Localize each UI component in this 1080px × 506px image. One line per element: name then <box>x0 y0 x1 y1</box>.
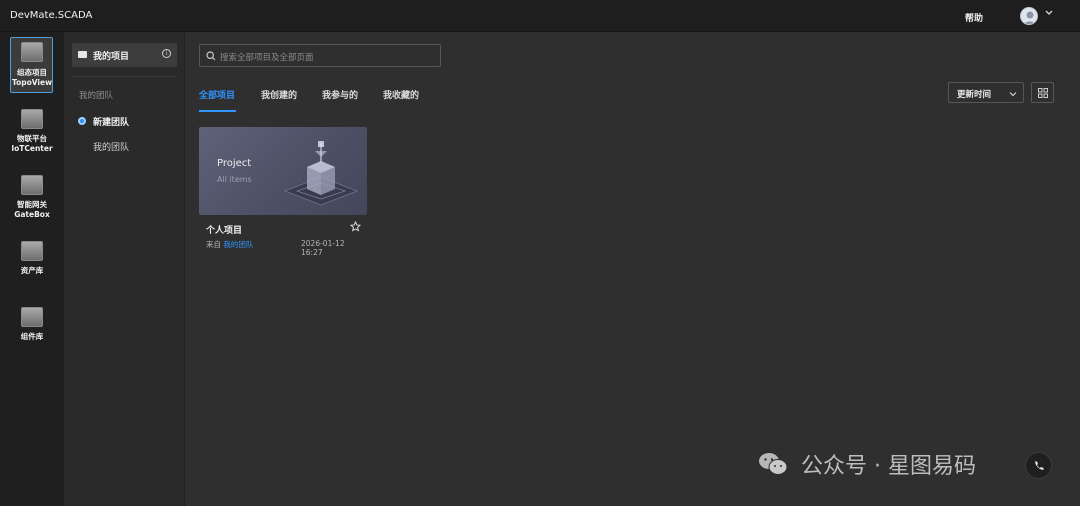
rail-label-line1: 资产库 <box>20 266 44 275</box>
sort-select[interactable]: 更新时间 <box>948 82 1024 103</box>
star-icon[interactable] <box>350 221 361 232</box>
rail-label-line1: 物联平台 <box>17 134 47 143</box>
project-card[interactable]: Project All items 个人项目 来自 我的团队 2026-01-1… <box>199 127 367 257</box>
watermark-text: 公众号 · 星图易码 <box>801 454 976 479</box>
tab-participated[interactable]: 我参与的 <box>322 88 358 101</box>
help-link[interactable]: 帮助 <box>965 11 983 24</box>
phone-icon <box>1035 461 1044 470</box>
thumbnail-title: Project <box>217 158 252 169</box>
folder-icon <box>78 51 87 58</box>
rail-item-topoview[interactable]: 组态项目 TopoView <box>0 42 64 94</box>
top-bar: DevMate.SCADA 帮助 <box>0 0 1080 32</box>
search-icon <box>206 51 216 61</box>
user-avatar[interactable] <box>1020 7 1038 25</box>
project-illustration-icon <box>283 141 359 206</box>
rail-label-line1: 组态项目 <box>17 68 47 77</box>
rail-item-iotcenter[interactable]: 物联平台 IoTCenter <box>0 109 64 155</box>
sidebar-item-new-team[interactable]: 新建团队 <box>93 115 129 128</box>
iot-icon <box>21 109 43 129</box>
sort-select-value: 更新时间 <box>957 90 992 100</box>
rail-item-gatebox[interactable]: 智能网关 GateBox <box>0 175 64 221</box>
rail-label-line2: IoTCenter <box>11 144 53 153</box>
app-title: DevMate.SCADA <box>10 10 93 21</box>
rail-label-line1: 组件库 <box>20 332 44 341</box>
active-tab-underline <box>199 110 236 112</box>
rail-item-assets[interactable]: 资产库 <box>0 241 64 277</box>
new-team-radio-icon <box>78 117 86 125</box>
search-placeholder: 搜索全部项目及全部页面 <box>220 53 314 63</box>
sidebar-section-title: 我的团队 <box>79 91 114 101</box>
rail-label-line1: 智能网关 <box>17 200 47 209</box>
tab-created-by-me[interactable]: 我创建的 <box>261 88 297 101</box>
chevron-down-icon <box>1009 92 1017 97</box>
chevron-down-icon[interactable] <box>1044 8 1054 18</box>
component-library-icon <box>21 307 43 327</box>
sidebar-item-my-team[interactable]: 我的团队 <box>93 140 129 153</box>
thumbnail-subtitle: All items <box>217 175 252 184</box>
project-source-prefix: 来自 <box>206 240 221 249</box>
grid-icon <box>1038 88 1048 98</box>
project-source-team-link[interactable]: 我的团队 <box>223 240 253 249</box>
watermark: 公众号 · 星图易码 <box>758 448 976 480</box>
asset-library-icon <box>21 241 43 261</box>
grid-view-button[interactable] <box>1031 82 1054 103</box>
tab-favorites[interactable]: 我收藏的 <box>383 88 419 101</box>
tab-all-projects[interactable]: 全部项目 <box>199 88 235 101</box>
sidebar-item-label: 我的项目 <box>93 52 130 62</box>
app-rail: 组态项目 TopoView 物联平台 IoTCenter 智能网关 GateBo… <box>0 32 64 506</box>
project-sidebar: 我的项目 i 我的团队 新建团队 我的团队 <box>64 32 185 506</box>
sidebar-divider <box>72 76 177 77</box>
sidebar-item-my-projects[interactable]: 我的项目 i <box>72 43 177 67</box>
user-avatar-icon <box>1023 11 1037 24</box>
rail-label-line2: TopoView <box>11 78 53 87</box>
wechat-icon <box>759 453 788 475</box>
project-name: 个人项目 <box>206 226 243 236</box>
project-updated-date: 2026-01-12 16:27 <box>301 239 345 257</box>
project-thumbnail[interactable]: Project All items <box>199 127 367 215</box>
search-input[interactable]: 搜索全部项目及全部页面 <box>199 44 441 67</box>
support-button[interactable] <box>1025 452 1052 479</box>
project-source: 来自 我的团队 <box>206 239 253 250</box>
rail-item-components[interactable]: 组件库 <box>0 307 64 343</box>
info-icon[interactable]: i <box>162 49 171 58</box>
rail-label-line2: GateBox <box>14 210 50 219</box>
gateway-icon <box>21 175 43 195</box>
folder-icon <box>21 42 43 62</box>
